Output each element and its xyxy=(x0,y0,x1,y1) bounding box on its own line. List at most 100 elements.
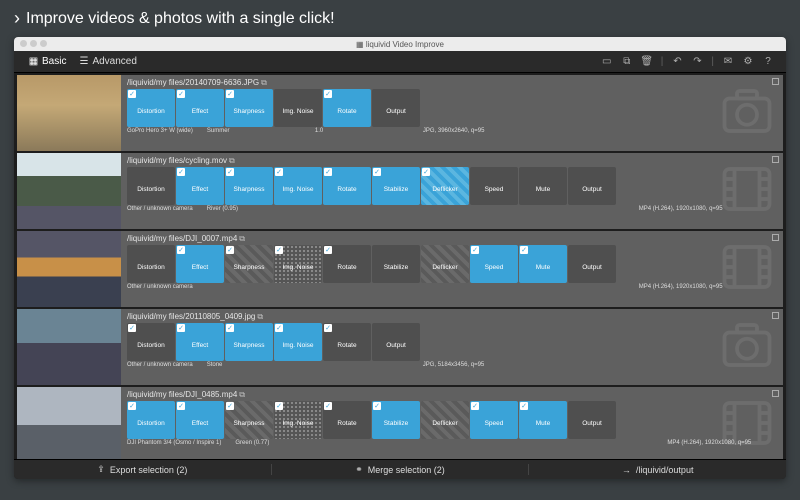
node-imgnoise[interactable]: Img. Noise xyxy=(274,89,322,127)
node-stabilize[interactable]: ✓Stabilize xyxy=(372,401,420,439)
node-output[interactable]: Output xyxy=(568,245,616,283)
node-sharpness[interactable]: ✓Sharpness xyxy=(225,89,273,127)
node-effect[interactable]: ✓Effect xyxy=(176,245,224,283)
node-deflicker[interactable]: Deflicker xyxy=(421,401,469,439)
track-row[interactable]: /liquivid/my files/DJI_0485.mp4⧉✓Distort… xyxy=(17,387,783,459)
folder-icon[interactable]: ▭ xyxy=(600,55,614,69)
check-icon[interactable]: ✓ xyxy=(471,402,479,410)
node-rotate[interactable]: ✓Rotate xyxy=(323,323,371,361)
node-distortion[interactable]: Distortion xyxy=(127,245,175,283)
node-rotate[interactable]: ✓Rotate xyxy=(323,245,371,283)
node-output[interactable]: Output xyxy=(568,167,616,205)
node-distortion[interactable]: Distortion xyxy=(127,167,175,205)
copy-icon[interactable]: ⧉ xyxy=(620,55,634,69)
node-imgnoise[interactable]: ✓Img. Noise xyxy=(274,323,322,361)
node-imgnoise[interactable]: ✓Img. Noise xyxy=(274,167,322,205)
check-icon[interactable]: ✓ xyxy=(373,402,381,410)
thumbnail[interactable] xyxy=(17,75,121,151)
check-icon[interactable]: ✓ xyxy=(128,90,136,98)
track-row[interactable]: /liquivid/my files/20140709-6636.JPG⧉✓Di… xyxy=(17,75,783,151)
node-stabilize[interactable]: Stabilize xyxy=(372,245,420,283)
trash-icon[interactable]: 🗑 xyxy=(640,55,654,69)
node-speed[interactable]: ✓Speed xyxy=(470,245,518,283)
check-icon[interactable]: ✓ xyxy=(520,402,528,410)
check-icon[interactable]: ✓ xyxy=(275,246,283,254)
node-imgnoise[interactable]: ✓Img. Noise xyxy=(274,401,322,439)
node-distortion[interactable]: ✓Distortion xyxy=(127,323,175,361)
check-icon[interactable]: ✓ xyxy=(471,246,479,254)
close-dot[interactable] xyxy=(20,40,27,47)
thumbnail[interactable] xyxy=(17,387,121,459)
tab-advanced[interactable]: ☰ Advanced xyxy=(72,56,142,67)
check-icon[interactable]: ✓ xyxy=(226,168,234,176)
node-output[interactable]: Output xyxy=(568,401,616,439)
node-mute[interactable]: ✓Mute xyxy=(519,401,567,439)
check-icon[interactable]: ✓ xyxy=(226,90,234,98)
track-row[interactable]: /liquivid/my files/cycling.mov⧉Distortio… xyxy=(17,153,783,229)
node-mute[interactable]: ✓Mute xyxy=(519,245,567,283)
expand-icon[interactable] xyxy=(772,390,779,397)
min-dot[interactable] xyxy=(30,40,37,47)
duplicate-icon[interactable]: ⧉ xyxy=(239,390,245,399)
check-icon[interactable]: ✓ xyxy=(226,246,234,254)
node-deflicker[interactable]: ✓Deflicker xyxy=(421,167,469,205)
track-list[interactable]: /liquivid/my files/20140709-6636.JPG⧉✓Di… xyxy=(14,73,786,459)
node-distortion[interactable]: ✓Distortion xyxy=(127,89,175,127)
node-effect[interactable]: ✓Effect xyxy=(176,89,224,127)
mail-icon[interactable]: ✉ xyxy=(721,55,735,69)
redo-icon[interactable]: ↷ xyxy=(690,55,704,69)
traffic-lights[interactable] xyxy=(20,40,47,47)
node-speed[interactable]: Speed xyxy=(470,167,518,205)
thumbnail[interactable] xyxy=(17,153,121,229)
check-icon[interactable]: ✓ xyxy=(324,246,332,254)
duplicate-icon[interactable]: ⧉ xyxy=(239,234,245,243)
node-stabilize[interactable]: ✓Stabilize xyxy=(372,167,420,205)
check-icon[interactable]: ✓ xyxy=(324,324,332,332)
window-titlebar[interactable]: ▦ liquivid Video Improve xyxy=(14,37,786,51)
help-icon[interactable]: ? xyxy=(761,55,775,69)
expand-icon[interactable] xyxy=(772,78,779,85)
node-rotate[interactable]: ✓Rotate xyxy=(323,167,371,205)
check-icon[interactable]: ✓ xyxy=(177,324,185,332)
check-icon[interactable]: ✓ xyxy=(422,168,430,176)
thumbnail[interactable] xyxy=(17,309,121,385)
check-icon[interactable]: ✓ xyxy=(275,168,283,176)
duplicate-icon[interactable]: ⧉ xyxy=(261,78,267,87)
expand-icon[interactable] xyxy=(772,312,779,319)
track-row[interactable]: /liquivid/my files/DJI_0007.mp4⧉Distorti… xyxy=(17,231,783,307)
node-effect[interactable]: ✓Effect xyxy=(176,167,224,205)
check-icon[interactable]: ✓ xyxy=(128,324,136,332)
export-button[interactable]: ⇪ Export selection (2) xyxy=(14,464,271,475)
node-distortion[interactable]: ✓Distortion xyxy=(127,401,175,439)
node-sharpness[interactable]: ✓Sharpness xyxy=(225,401,273,439)
merge-button[interactable]: ⚭ Merge selection (2) xyxy=(271,464,530,475)
node-rotate[interactable]: ✓Rotate xyxy=(323,401,371,439)
max-dot[interactable] xyxy=(40,40,47,47)
node-rotate[interactable]: ✓Rotate xyxy=(323,89,371,127)
check-icon[interactable]: ✓ xyxy=(177,402,185,410)
track-row[interactable]: /liquivid/my files/20110805_0409.jpg⧉✓Di… xyxy=(17,309,783,385)
node-output[interactable]: Output xyxy=(372,323,420,361)
settings-icon[interactable]: ⚙ xyxy=(741,55,755,69)
check-icon[interactable]: ✓ xyxy=(275,402,283,410)
node-imgnoise[interactable]: ✓Img. Noise xyxy=(274,245,322,283)
check-icon[interactable]: ✓ xyxy=(324,90,332,98)
duplicate-icon[interactable]: ⧉ xyxy=(257,312,263,321)
check-icon[interactable]: ✓ xyxy=(520,246,528,254)
check-icon[interactable]: ✓ xyxy=(324,168,332,176)
check-icon[interactable]: ✓ xyxy=(177,168,185,176)
tab-basic[interactable]: ▦ Basic xyxy=(22,56,72,67)
node-speed[interactable]: ✓Speed xyxy=(470,401,518,439)
node-effect[interactable]: ✓Effect xyxy=(176,323,224,361)
check-icon[interactable]: ✓ xyxy=(177,246,185,254)
check-icon[interactable]: ✓ xyxy=(226,402,234,410)
expand-icon[interactable] xyxy=(772,156,779,163)
node-sharpness[interactable]: ✓Sharpness xyxy=(225,245,273,283)
check-icon[interactable]: ✓ xyxy=(275,324,283,332)
node-deflicker[interactable]: Deflicker xyxy=(421,245,469,283)
node-output[interactable]: Output xyxy=(372,89,420,127)
node-sharpness[interactable]: ✓Sharpness xyxy=(225,167,273,205)
output-path[interactable]: → /liquivid/output xyxy=(529,465,786,475)
node-effect[interactable]: ✓Effect xyxy=(176,401,224,439)
node-sharpness[interactable]: ✓Sharpness xyxy=(225,323,273,361)
